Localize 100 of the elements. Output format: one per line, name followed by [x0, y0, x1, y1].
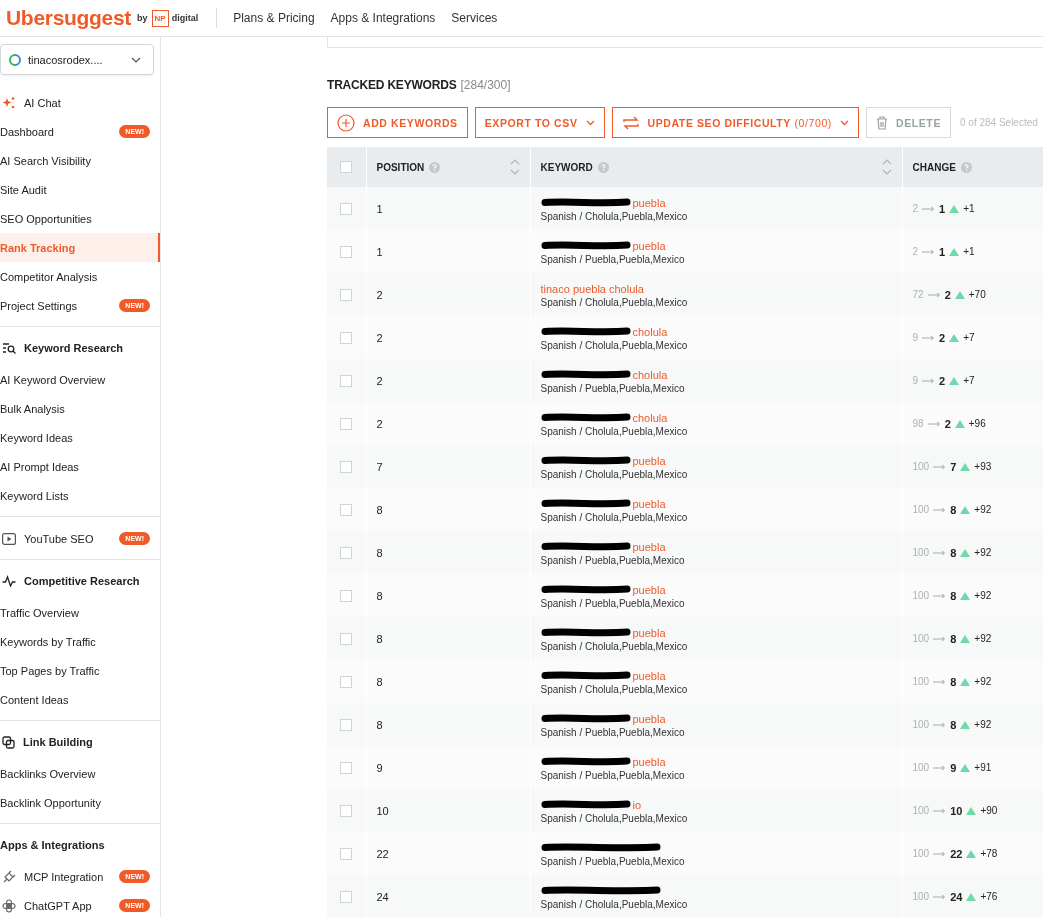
- update-difficulty-button[interactable]: UPDATE SEO DIFFICULTY (0/700): [611, 107, 859, 138]
- checkbox[interactable]: [340, 847, 353, 860]
- sort-icon[interactable]: [509, 158, 520, 176]
- column-header: CHANGE: [912, 161, 956, 173]
- sidebar-item[interactable]: Top Pages by Traffic: [0, 656, 160, 685]
- checkbox[interactable]: [340, 202, 353, 215]
- location-text: Spanish / Cholula,Puebla,Mexico: [540, 339, 689, 351]
- checkbox[interactable]: [340, 632, 353, 645]
- sidebar-item[interactable]: SEO Opportunities: [0, 204, 160, 233]
- sidebar-item[interactable]: Content Ideas: [0, 685, 160, 714]
- project-name: tinacosrodex....: [28, 53, 104, 66]
- table-cell: 10: [376, 804, 389, 817]
- plus-circle-icon: [337, 113, 355, 132]
- trash-icon: [875, 115, 888, 130]
- caret-icon: [585, 119, 595, 126]
- table-cell: 2: [376, 374, 383, 387]
- arrow-right-icon: [933, 764, 947, 771]
- keyword-count: [284/300]: [460, 78, 511, 92]
- location-text: Spanish / Puebla,Puebla,Mexico: [540, 769, 686, 781]
- help-icon: [960, 161, 972, 173]
- caret-icon: [839, 119, 849, 126]
- location-text: Spanish / Cholula,Puebla,Mexico: [540, 210, 689, 222]
- previous-rank: 100: [912, 719, 930, 730]
- previous-rank: 100: [912, 633, 930, 644]
- change-value: +92: [974, 719, 992, 730]
- sidebar-item[interactable]: AI Chat: [0, 88, 160, 117]
- previous-rank: 72: [912, 289, 924, 300]
- refresh-icon: [9, 53, 21, 66]
- location-text: Spanish / Puebla,Puebla,Mexico: [540, 253, 686, 265]
- checkbox[interactable]: [340, 245, 353, 258]
- sidebar-item[interactable]: AI Keyword Overview: [0, 365, 160, 394]
- current-rank: 22: [950, 847, 963, 860]
- sidebar-item[interactable]: Keyword Lists: [0, 481, 160, 510]
- table-cell: 8: [376, 718, 383, 731]
- table-cell: 8: [376, 675, 383, 688]
- checkbox[interactable]: [340, 589, 353, 602]
- arrow-right-icon: [933, 549, 947, 556]
- arrow-right-icon: [922, 334, 936, 341]
- knot-icon: [2, 898, 16, 913]
- section-heading: Apps & Integrations: [0, 839, 105, 851]
- previous-rank: 100: [912, 848, 930, 859]
- checkbox[interactable]: [340, 718, 353, 731]
- checkbox[interactable]: [340, 804, 353, 817]
- change-value: +91: [974, 762, 992, 773]
- location-text: Spanish / Cholula,Puebla,Mexico: [540, 468, 689, 480]
- sidebar-item[interactable]: AI Search Visibility: [0, 146, 160, 175]
- checkbox[interactable]: [340, 890, 353, 903]
- current-rank: 2: [939, 374, 946, 387]
- table-cell: 2: [376, 417, 383, 430]
- sidebar-item[interactable]: Site Audit: [0, 175, 160, 204]
- nav-menu[interactable]: Services: [451, 11, 504, 25]
- section-heading: Competitive Research: [24, 575, 140, 587]
- current-rank: 8: [950, 546, 957, 559]
- change-value: +7: [963, 332, 975, 343]
- sort-icon[interactable]: [881, 158, 892, 176]
- current-rank: 9: [950, 761, 957, 774]
- checkbox[interactable]: [340, 546, 353, 559]
- sidebar-item[interactable]: Traffic Overview: [0, 598, 160, 627]
- checkbox[interactable]: [340, 460, 353, 473]
- checkbox[interactable]: [340, 417, 353, 430]
- nav-link[interactable]: Plans & Pricing: [233, 11, 315, 25]
- location-text: Spanish / Puebla,Puebla,Mexico: [540, 855, 686, 867]
- arrow-right-icon: [922, 377, 936, 384]
- checkbox[interactable]: [340, 761, 353, 774]
- current-rank: 2: [939, 331, 946, 344]
- sidebar-item[interactable]: Backlink Opportunity: [0, 788, 160, 817]
- checkbox[interactable]: [340, 374, 353, 387]
- help-icon: [429, 161, 441, 173]
- checkbox[interactable]: [340, 161, 353, 173]
- sidebar-item[interactable]: AI Prompt Ideas: [0, 452, 160, 481]
- nav-link[interactable]: Apps & Integrations: [330, 11, 436, 25]
- previous-rank: 100: [912, 547, 930, 558]
- swap-arrows-icon: [621, 114, 640, 131]
- current-rank: 24: [950, 890, 963, 903]
- change-value: +1: [963, 203, 975, 214]
- play-icon: [2, 532, 16, 545]
- checkbox[interactable]: [340, 675, 353, 688]
- current-rank: 8: [950, 675, 957, 688]
- sidebar-item[interactable]: Backlinks Overview: [0, 759, 160, 788]
- arrow-right-icon: [933, 721, 947, 728]
- current-rank: 2: [944, 417, 951, 430]
- location-text: Spanish / Cholula,Puebla,Mexico: [540, 812, 689, 824]
- previous-rank: 100: [912, 461, 930, 472]
- current-rank: 7: [950, 460, 957, 473]
- change-value: +90: [980, 805, 998, 816]
- checkbox[interactable]: [340, 288, 353, 301]
- table-cell: 1: [376, 245, 383, 258]
- change-value: +78: [980, 848, 998, 859]
- location-text: Spanish / Puebla,Puebla,Mexico: [540, 554, 686, 566]
- chevron-down-icon: [131, 56, 141, 63]
- current-rank: 1: [939, 245, 946, 258]
- sidebar-item[interactable]: Competitor Analysis: [0, 262, 160, 291]
- checkbox[interactable]: [340, 331, 353, 344]
- arrow-right-icon: [933, 463, 947, 470]
- checkbox[interactable]: [340, 503, 353, 516]
- project-select[interactable]: tinacosrodex....: [0, 44, 154, 75]
- sidebar-item[interactable]: Bulk Analysis: [0, 394, 160, 423]
- sidebar-item[interactable]: Keywords by Traffic: [0, 627, 160, 656]
- current-rank: 8: [950, 632, 957, 645]
- sidebar-item[interactable]: Keyword Ideas: [0, 423, 160, 452]
